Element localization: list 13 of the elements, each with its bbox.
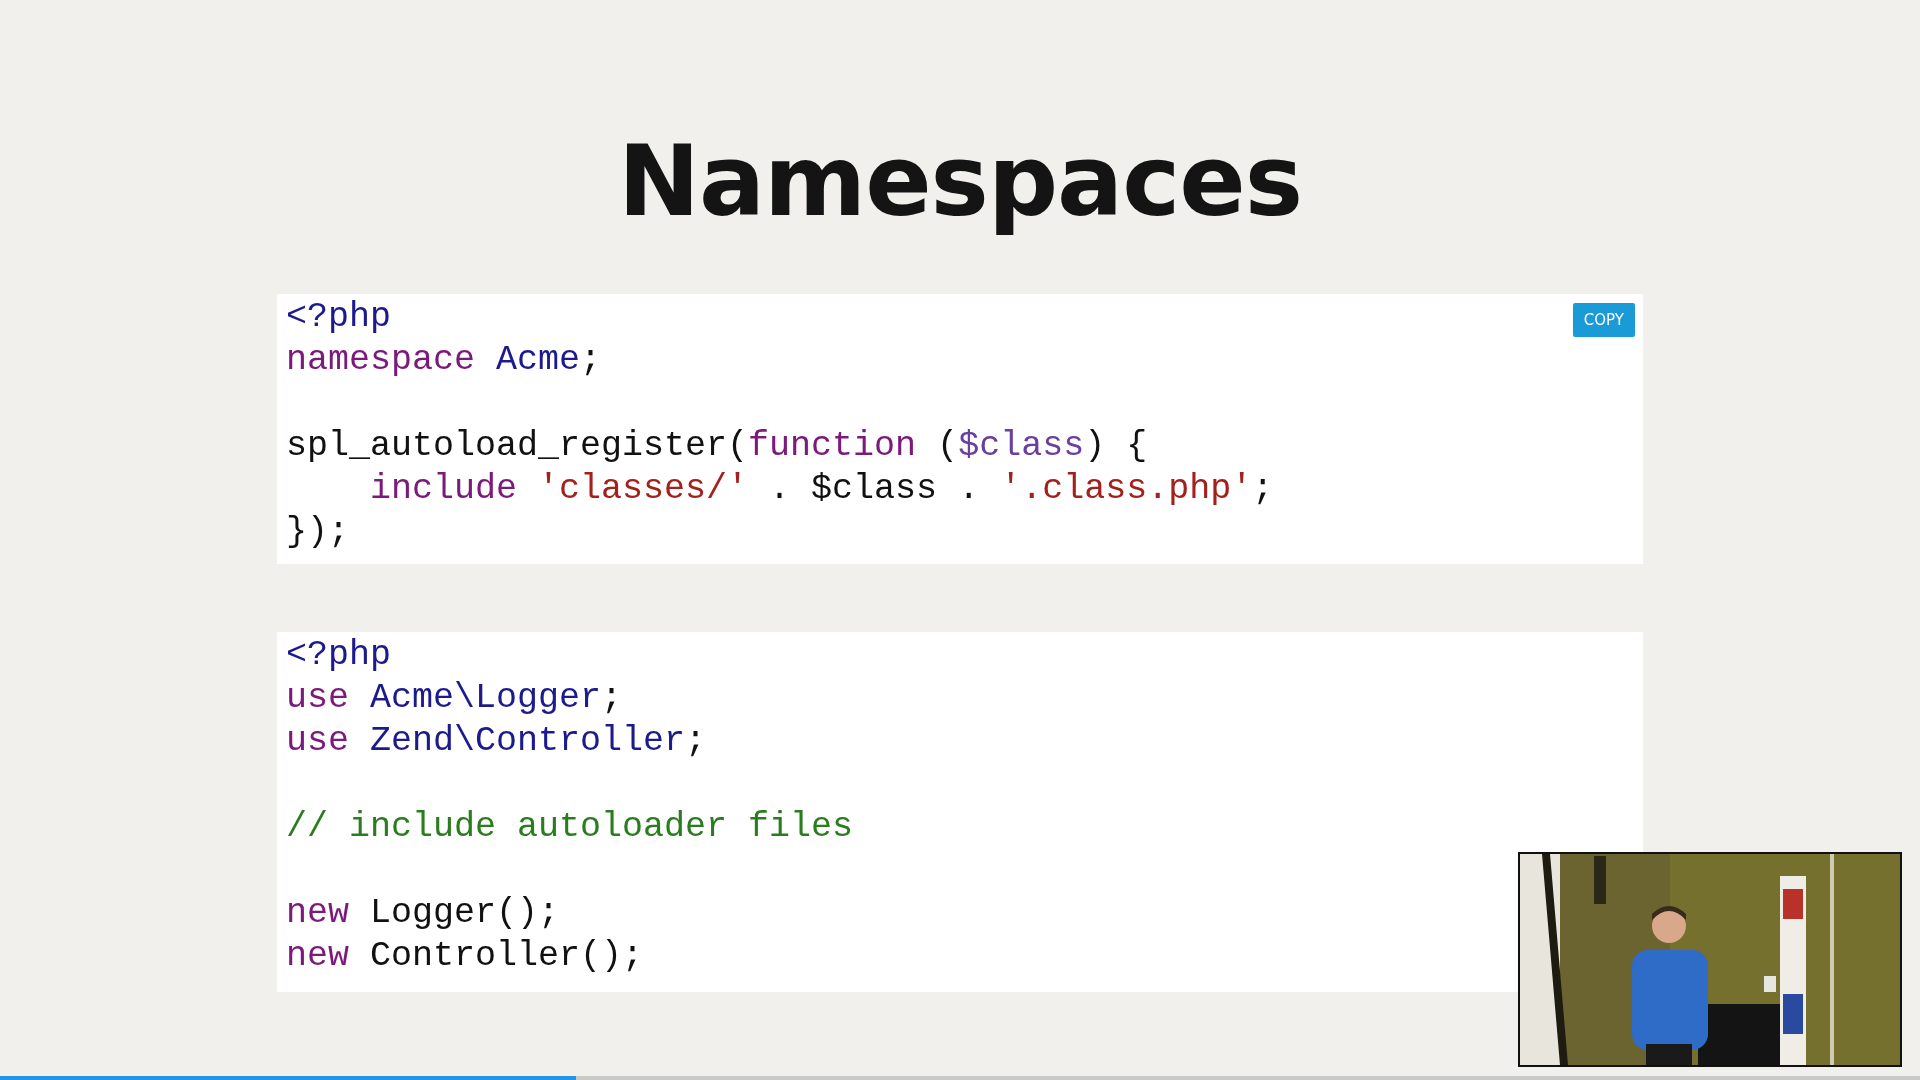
code-line: new Controller();: [286, 934, 644, 978]
code-line: include 'classes/' . $class . '.class.php';: [369, 467, 1274, 511]
code-line: use Acme\Logger;: [286, 676, 623, 720]
code-line: use Zend\Controller;: [286, 719, 707, 763]
code-line: new Logger();: [286, 891, 560, 935]
code-line: // include autoloader files: [286, 805, 854, 849]
code-line: });: [286, 510, 349, 554]
code-line: spl_autoload_register(function ($class) {: [286, 424, 1148, 468]
code-line: namespace Acme;: [286, 338, 602, 382]
code-line: <?php: [286, 633, 392, 677]
slide-title: Namespaces: [617, 128, 1303, 236]
code-line: <?php: [286, 295, 392, 339]
copy-button[interactable]: COPY: [1572, 302, 1635, 337]
